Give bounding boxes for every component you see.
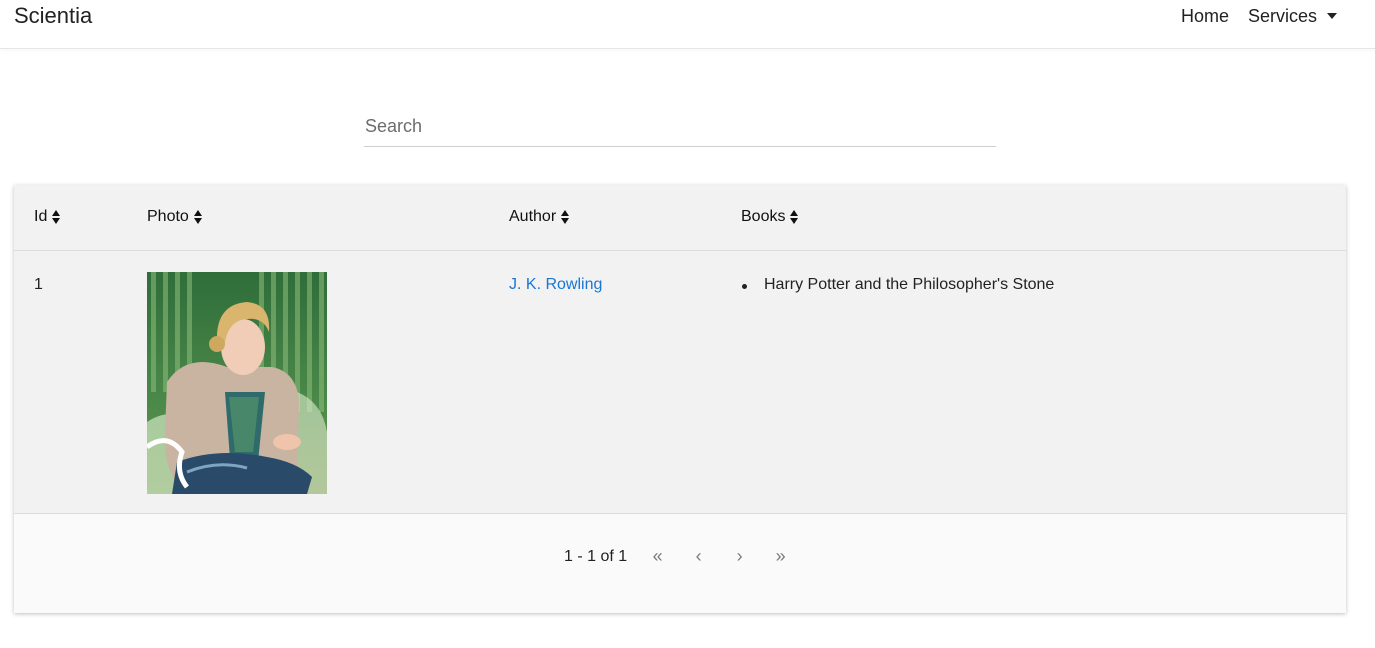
cell-id: 1 — [34, 276, 43, 293]
author-photo — [147, 272, 327, 494]
pagination: 1 - 1 of 1 « ‹ › » — [564, 546, 801, 567]
navbar: Scientia Home Services — [0, 0, 1375, 49]
caret-down-icon — [1327, 13, 1337, 19]
sort-icon — [52, 210, 61, 224]
column-header-id[interactable]: Id — [34, 208, 61, 226]
authors-table-card: Id Photo Author Books 1 J. K. Rowling Ha… — [14, 185, 1346, 613]
pagination-range: 1 - 1 of 1 — [564, 547, 628, 565]
nav-home-link[interactable]: Home — [1181, 2, 1229, 30]
column-header-label: Author — [509, 208, 557, 225]
author-link[interactable]: J. K. Rowling — [509, 276, 602, 294]
sort-icon — [193, 210, 203, 224]
column-header-author[interactable]: Author — [509, 208, 570, 226]
sort-icon — [790, 210, 799, 224]
list-item: Harry Potter and the Philosopher's Stone — [741, 276, 1054, 294]
author-photo-image — [147, 272, 327, 494]
table-footer: 1 - 1 of 1 « ‹ › » — [14, 514, 1346, 613]
nav-services-dropdown[interactable]: Services — [1248, 2, 1337, 30]
table-header: Id Photo Author Books — [14, 185, 1346, 251]
previous-page-button[interactable]: ‹ — [678, 546, 719, 567]
books-list: Harry Potter and the Philosopher's Stone — [741, 276, 1054, 294]
last-page-button[interactable]: » — [760, 546, 801, 567]
column-header-label: Id — [34, 208, 48, 225]
column-header-label: Books — [741, 208, 786, 225]
column-header-books[interactable]: Books — [741, 208, 799, 226]
table-row: 1 J. K. Rowling Harry Potter and the Phi… — [14, 251, 1346, 514]
sort-icon — [561, 210, 570, 224]
brand-link[interactable]: Scientia — [14, 2, 92, 30]
first-page-button[interactable]: « — [637, 546, 678, 567]
column-header-label: Photo — [147, 208, 189, 225]
next-page-button[interactable]: › — [719, 546, 760, 567]
nav-links: Home Services — [1162, 2, 1337, 30]
search-input[interactable] — [364, 108, 997, 144]
search-field — [364, 108, 997, 147]
nav-services-label: Services — [1247, 6, 1317, 26]
column-header-photo[interactable]: Photo — [147, 208, 203, 226]
